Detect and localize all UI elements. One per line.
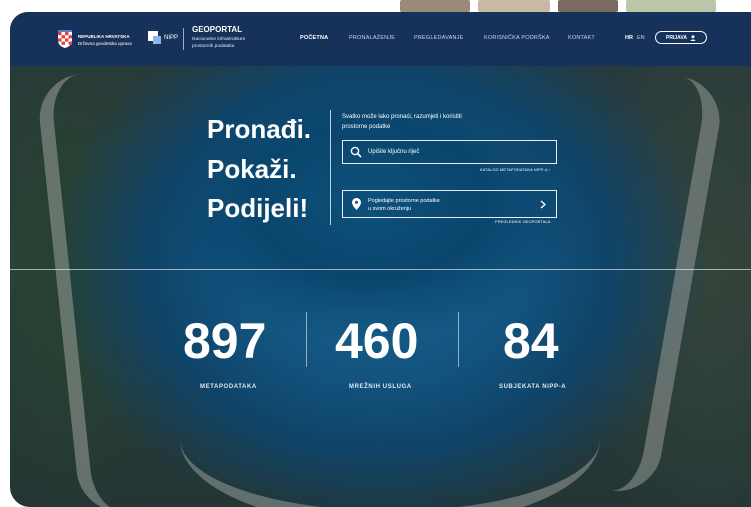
portal-subtitle-line: Nacionalne infrastrukture [192, 37, 246, 42]
search-placeholder: Upišite ključnu riječ [368, 149, 420, 155]
croatian-coat-of-arms-icon [58, 30, 72, 48]
stat-subjects-label: SUBJEKATA NIPP-A [499, 384, 567, 390]
view-data-line: Pogledajte prostorne podatke [368, 198, 440, 204]
stat-divider [458, 312, 459, 367]
language-en[interactable]: EN [637, 35, 645, 41]
view-data-button[interactable]: Pogledajte prostorne podatke u svom okru… [342, 190, 557, 218]
slogan-line-1: Pronađi. [207, 114, 312, 144]
thumbnail-image [626, 0, 716, 12]
nipp-label[interactable]: NIPP [164, 35, 178, 41]
chevron-right-icon [540, 200, 546, 209]
nav-item-pronalazenje[interactable]: PRONALAŽENJE [349, 35, 395, 41]
thumbnail-image [478, 0, 550, 12]
hero-divider [330, 110, 331, 225]
language-hr[interactable]: HR [625, 35, 633, 41]
photo-overlay [10, 12, 751, 507]
slogan-line-3: Podijeli! [207, 193, 309, 223]
nav-item-pregledavanje[interactable]: PREGLEDAVANJE [414, 35, 463, 41]
stat-divider [306, 312, 307, 367]
metadata-catalog-link[interactable]: KATALOG METAPODATAKA NIPP-A › [480, 168, 550, 172]
gov-name-text: REPUBLIKA HRVATSKA [78, 34, 130, 39]
stat-subjects-count: 84 [503, 313, 559, 369]
nav-item-kontakt[interactable]: KONTAKT [568, 35, 595, 41]
government-name[interactable]: REPUBLIKA HRVATSKA Državna geodetska upr… [78, 33, 132, 47]
stat-metadata-count: 897 [183, 313, 267, 369]
search-icon [350, 146, 362, 158]
login-button[interactable]: PRIJAVA [655, 31, 707, 44]
site-header: REPUBLIKA HRVATSKA Državna geodetska upr… [10, 12, 751, 66]
intro-line: prostorne podatke [342, 124, 391, 130]
logo-divider [183, 28, 184, 50]
view-data-line: u svom okruženju [368, 206, 412, 212]
gov-agency-text: Državna geodetska uprava [78, 41, 132, 46]
nav-item-korisnicka-podrska[interactable]: KORISNIČKA PODRŠKA [484, 35, 550, 41]
portal-title[interactable]: GEOPORTAL [192, 25, 242, 34]
hero-intro: Svatko može lako pronaći, razumjeti i ko… [342, 112, 502, 132]
thumbnail-image [558, 0, 618, 12]
slogan-line-2: Pokaži. [207, 154, 297, 184]
stat-services-count: 460 [335, 313, 419, 369]
background-thumbnails [400, 0, 716, 12]
nipp-logo-icon [148, 31, 161, 44]
user-icon [690, 34, 696, 41]
geoportal-viewer-link[interactable]: PREGLEDNIK GEOPORTALA [495, 220, 551, 224]
stat-services-label: MREŽNIH USLUGA [349, 384, 412, 390]
hero-card: REPUBLIKA HRVATSKA Državna geodetska upr… [10, 12, 751, 507]
portal-subtitle-line: prostornih podataka [192, 44, 235, 49]
thumbnail-image [400, 0, 470, 12]
login-label: PRIJAVA [666, 34, 687, 41]
view-data-text: Pogledajte prostorne podatke u svom okru… [368, 197, 440, 213]
search-input[interactable]: Upišite ključnu riječ [342, 140, 557, 164]
portal-subtitle: Nacionalne infrastrukture prostornih pod… [192, 36, 245, 50]
hero-horizontal-rule [10, 269, 751, 270]
location-pin-icon [352, 198, 361, 210]
stat-metadata-label: METAPODATAKA [200, 384, 257, 390]
nav-item-pocetna[interactable]: POČETNA [300, 35, 328, 41]
intro-line: Svatko može lako pronaći, razumjeti i ko… [342, 114, 462, 120]
